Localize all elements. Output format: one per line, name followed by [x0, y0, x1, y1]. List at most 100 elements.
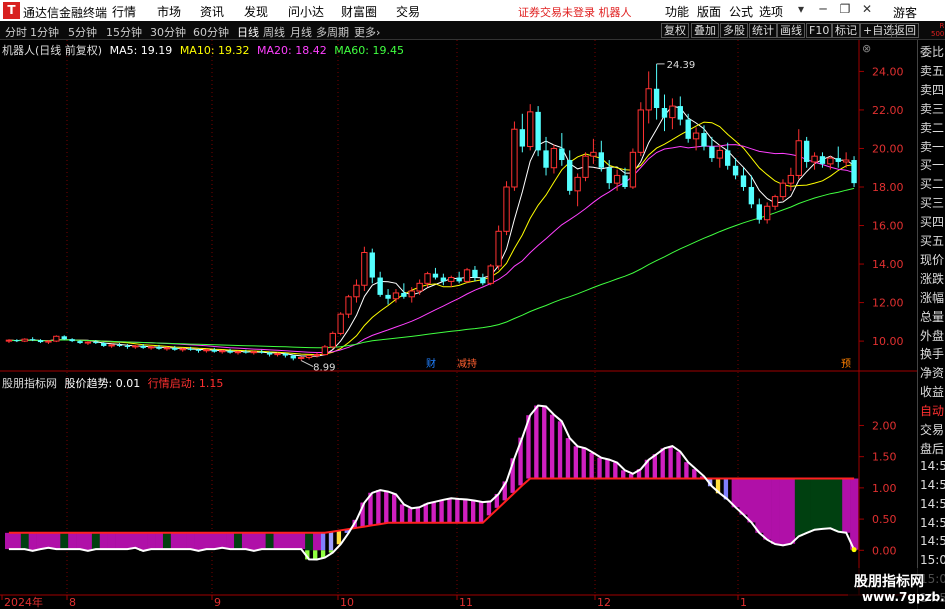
- candle-body: [590, 151, 597, 157]
- ma60-line: [8, 187, 855, 349]
- start-band-bar: [802, 478, 811, 533]
- candle-body: [629, 151, 637, 188]
- ma60-value: MA60: 19.45: [334, 44, 404, 57]
- side-panel-item[interactable]: 交易: [920, 421, 945, 438]
- indicator-tick-label: 0.00: [872, 544, 897, 557]
- start-band-bar: [234, 532, 243, 550]
- side-panel-item[interactable]: 14:50: [920, 478, 945, 492]
- side-panel-item[interactable]: 盘后: [920, 440, 945, 457]
- start-band-bar: [44, 532, 53, 548]
- candle-body: [14, 340, 20, 342]
- trend-bar: [534, 405, 539, 479]
- candle-body: [424, 273, 431, 284]
- candle-body: [408, 290, 415, 298]
- ma5-value: MA5: 19.19: [109, 44, 173, 57]
- start-band-bar: [731, 478, 740, 508]
- candle-body: [53, 335, 60, 342]
- start-band-bar: [99, 532, 108, 550]
- candle-body: [305, 355, 313, 358]
- side-panel-item: 买一: [920, 158, 945, 173]
- start-band-bar: [76, 532, 85, 550]
- date-tick-label: 1: [740, 596, 747, 609]
- candle-body: [203, 349, 210, 352]
- side-panel-item[interactable]: 14:56: [920, 516, 945, 530]
- candle-body: [377, 277, 383, 295]
- candle-body: [574, 176, 581, 192]
- start-band-bar: [36, 532, 45, 550]
- start-band-bar: [12, 532, 22, 550]
- forecast-marker: 预: [841, 358, 851, 370]
- side-panel-item: 收益: [920, 385, 945, 400]
- start-band-bar: [265, 532, 274, 550]
- kline-chart[interactable]: 24.0022.0020.0018.0016.0014.0012.0010.00…: [0, 0, 917, 609]
- trend-bar: [668, 446, 673, 479]
- candle-body: [250, 351, 257, 354]
- candle-body: [787, 174, 795, 184]
- side-panel-item[interactable]: 14:57: [920, 534, 945, 548]
- candle-body: [756, 204, 762, 220]
- candle-body: [172, 347, 178, 350]
- candle-body: [740, 175, 747, 187]
- r-badge-text: R 500: [931, 22, 945, 38]
- start-band-bar: [170, 532, 180, 550]
- close-pane-icon[interactable]: ⊗: [862, 42, 871, 55]
- trend-bar: [415, 507, 421, 523]
- negative-bar: [313, 550, 318, 560]
- candle-body: [559, 148, 565, 161]
- side-panel-item[interactable]: 自动: [920, 402, 945, 419]
- start-band-bar: [20, 532, 29, 550]
- trend-bar: [486, 501, 492, 516]
- candle-body: [480, 277, 486, 284]
- trend-bar: [652, 454, 657, 479]
- candle-body: [124, 345, 131, 347]
- candle-body: [613, 174, 621, 184]
- candle-body: [416, 282, 423, 292]
- side-panel-item[interactable]: 15:00: [920, 553, 945, 567]
- start-band-bar: [186, 532, 195, 550]
- candle-body: [140, 345, 146, 348]
- trend-bar: [565, 438, 571, 479]
- candle-body: [661, 108, 668, 118]
- indicator-name[interactable]: 股朋指标网: [2, 377, 57, 390]
- candle-body: [282, 353, 289, 356]
- side-panel-item: 卖二: [920, 120, 945, 135]
- watermark-title: 股朋指标网: [854, 574, 924, 590]
- candle-body: [219, 350, 226, 353]
- indicator-info-line: 股朋指标网 股价趋势: 0.01 行情启动: 1.15: [2, 375, 223, 391]
- candle-body: [147, 346, 155, 349]
- candle-body: [495, 230, 502, 267]
- stock-name[interactable]: 机器人(日线 前复权): [2, 44, 102, 57]
- trend-bar: [455, 499, 460, 523]
- candle-body: [156, 346, 162, 349]
- candle-body: [163, 347, 171, 350]
- candle-body: [701, 133, 707, 147]
- start-band-bar: [794, 478, 804, 537]
- candle-body: [716, 149, 723, 159]
- candle-body: [69, 339, 75, 342]
- side-panel-item[interactable]: 14:56: [920, 497, 945, 511]
- side-panel-item: 涨跌: [920, 271, 945, 286]
- trend-bar: [605, 459, 610, 479]
- start-band-bar: [91, 532, 101, 550]
- finance-marker: 财: [426, 357, 436, 370]
- start-band-bar: [336, 530, 342, 545]
- start-band-bar: [218, 532, 227, 548]
- start-band-bar: [107, 532, 116, 550]
- ma-info-line: 机器人(日线 前复权) MA5: 19.19 MA10: 19.32 MA20:…: [2, 42, 404, 58]
- trend-bar: [573, 446, 579, 479]
- candle-body: [582, 155, 589, 178]
- candle-body: [622, 175, 628, 187]
- side-panel-item: 卖三: [920, 101, 945, 116]
- candle-body: [45, 340, 52, 343]
- candle-body: [84, 341, 92, 344]
- candle-body: [369, 252, 375, 278]
- side-panel-item[interactable]: 14:50: [920, 459, 945, 473]
- candle-body: [440, 277, 447, 282]
- date-tick-label: 12: [597, 596, 611, 609]
- trend-bar: [692, 469, 697, 479]
- candle-body: [795, 140, 802, 176]
- start-band-bar: [131, 532, 140, 548]
- candle-body: [187, 348, 194, 350]
- start-band-bar: [850, 478, 859, 550]
- trend-bar: [392, 494, 397, 523]
